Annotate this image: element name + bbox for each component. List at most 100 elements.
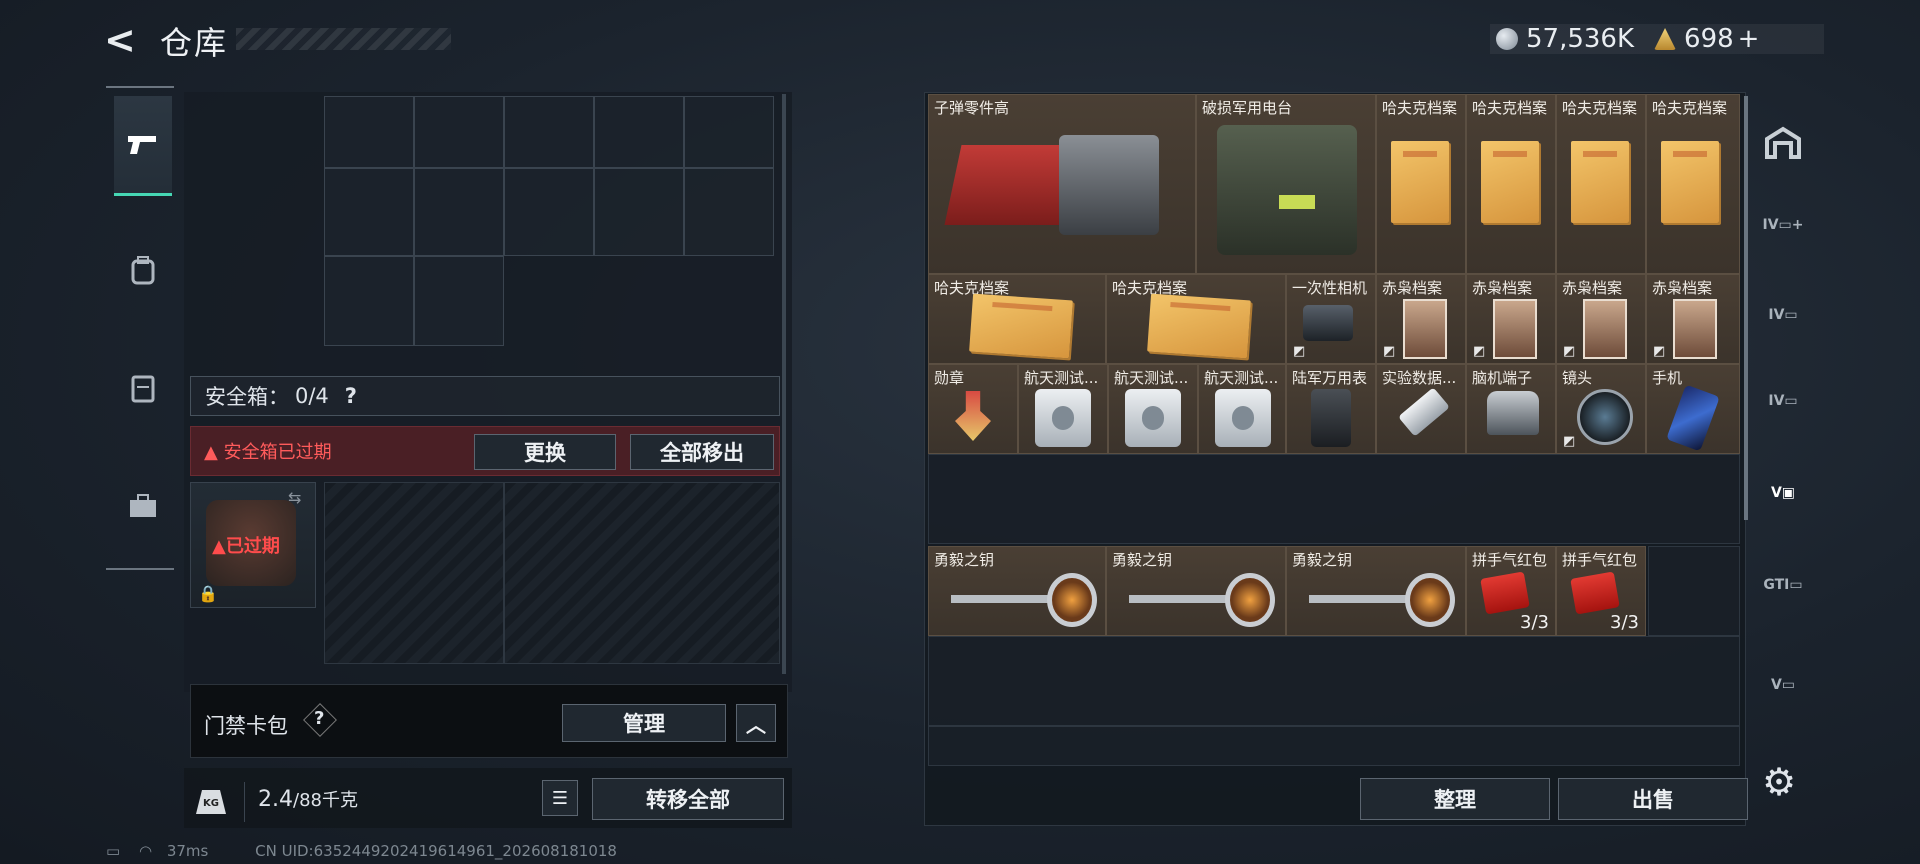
weight-value: 2.4/88千克 bbox=[258, 787, 358, 812]
inventory-item[interactable]: 赤枭档案 ◩ bbox=[1556, 274, 1646, 364]
safe-slot-locked bbox=[504, 482, 780, 664]
vest-icon bbox=[131, 375, 155, 403]
container-icon: ▣ bbox=[1781, 485, 1796, 501]
ping-text: 37ms bbox=[166, 842, 209, 860]
safe-box-bar: 安全箱： 0/4 ? bbox=[190, 376, 780, 416]
gold-coin-icon bbox=[1654, 28, 1677, 50]
currency-bar: 57,536K 698 + bbox=[1490, 24, 1824, 54]
grid-slot[interactable] bbox=[324, 96, 414, 168]
container-icon: ▭ bbox=[1789, 577, 1803, 593]
list-view-button[interactable]: ☰ bbox=[542, 780, 578, 816]
tab-storage-5[interactable]: GTI ▭ bbox=[1754, 540, 1812, 630]
sell-button[interactable]: 出售 bbox=[1558, 778, 1748, 820]
grid-slot[interactable] bbox=[594, 96, 684, 168]
inventory-item[interactable]: 手机 bbox=[1646, 364, 1740, 454]
inventory-item[interactable]: 赤枭档案 ◩ bbox=[1646, 274, 1740, 364]
grid-slot[interactable] bbox=[684, 96, 774, 168]
transfer-all-button[interactable]: 转移全部 bbox=[592, 778, 784, 820]
inventory-item[interactable]: 航天测试... bbox=[1198, 364, 1286, 454]
add-currency-button[interactable]: + bbox=[1738, 24, 1760, 54]
sidebar-item-vest[interactable] bbox=[114, 338, 172, 438]
inventory-item[interactable]: 勋章 bbox=[928, 364, 1018, 454]
silver-coin-icon bbox=[1496, 28, 1518, 50]
divider bbox=[244, 782, 245, 822]
replace-button[interactable]: 更换 bbox=[474, 434, 616, 470]
inventory-item[interactable]: 航天测试... bbox=[1108, 364, 1198, 454]
title-decoration bbox=[236, 28, 451, 50]
sidebar-item-weapon[interactable] bbox=[114, 96, 172, 196]
sidebar-item-backpack[interactable] bbox=[114, 220, 172, 320]
inventory-item[interactable]: 镜头 ◩ bbox=[1556, 364, 1646, 454]
inventory-item[interactable]: 赤枭档案 ◩ bbox=[1376, 274, 1466, 364]
inventory-item[interactable]: 拼手气红包 3/3 bbox=[1466, 546, 1556, 636]
silver-amount: 57,536K bbox=[1526, 24, 1635, 54]
container-icon: ▭ bbox=[1784, 393, 1798, 409]
grid-slot[interactable] bbox=[594, 168, 684, 256]
toolbox-icon bbox=[130, 494, 156, 517]
inventory-item[interactable]: 哈夫克档案 bbox=[1106, 274, 1286, 364]
inventory-item[interactable]: 哈夫克档案 bbox=[1466, 94, 1556, 274]
gold-amount: 698 bbox=[1684, 24, 1734, 54]
inventory-item[interactable]: 航天测试... bbox=[1018, 364, 1108, 454]
safe-slot-locked bbox=[324, 482, 504, 664]
grid-slot[interactable] bbox=[504, 96, 594, 168]
tab-storage-2[interactable]: IV ▭ bbox=[1754, 270, 1812, 360]
collapse-button[interactable]: ︿ bbox=[736, 704, 776, 742]
tab-storage-6[interactable]: V ▭ bbox=[1754, 640, 1812, 730]
tab-storage-3[interactable]: IV ▭ bbox=[1754, 356, 1812, 446]
grid-slot[interactable] bbox=[684, 168, 774, 256]
tab-storage-1[interactable]: IV ▭+ bbox=[1754, 180, 1812, 270]
inventory-item[interactable]: 脑机端子 bbox=[1466, 364, 1556, 454]
locked-icon: ◩ bbox=[1293, 344, 1306, 359]
grid-slot[interactable] bbox=[504, 168, 594, 256]
inventory-item[interactable]: 勇毅之钥 bbox=[1106, 546, 1286, 636]
inventory-item[interactable]: 哈夫克档案 bbox=[1556, 94, 1646, 274]
inventory-item[interactable]: 破损军用电台 bbox=[1196, 94, 1376, 274]
lock-icon: 🔒 bbox=[198, 584, 218, 603]
grid-slot[interactable] bbox=[414, 96, 504, 168]
add-container-icon: ▭+ bbox=[1778, 217, 1804, 233]
container-icon: ▭ bbox=[1781, 677, 1796, 693]
manage-button[interactable]: 管理 bbox=[562, 704, 726, 742]
pistol-icon bbox=[128, 135, 156, 154]
inventory-item[interactable]: 赤枭档案 ◩ bbox=[1466, 274, 1556, 364]
grid-slot[interactable] bbox=[414, 168, 504, 256]
grid-slot[interactable] bbox=[324, 168, 414, 256]
inventory-item[interactable]: 陆军万用表 bbox=[1286, 364, 1376, 454]
swap-icon[interactable]: ⇆ bbox=[288, 488, 301, 507]
inventory-item[interactable]: 拼手气红包 3/3 bbox=[1556, 546, 1646, 636]
safe-box-count: 0/4 bbox=[295, 384, 329, 408]
sort-button[interactable]: 整理 bbox=[1360, 778, 1550, 820]
scrollbar[interactable] bbox=[782, 94, 786, 674]
inventory-item[interactable]: 哈夫克档案 bbox=[1646, 94, 1740, 274]
sidebar-item-case[interactable] bbox=[114, 456, 172, 556]
inventory-item[interactable]: 勇毅之钥 bbox=[1286, 546, 1466, 636]
inventory-item[interactable]: 子弹零件高 bbox=[928, 94, 1196, 274]
backpack-icon bbox=[131, 256, 155, 285]
page-title: 仓库 bbox=[160, 24, 229, 62]
expired-tag: ▲已过期 bbox=[212, 536, 280, 557]
grid-slot[interactable] bbox=[324, 256, 414, 346]
uid-text: CN UID:6352449202419614961_202608181018 bbox=[255, 842, 617, 860]
inventory-item[interactable]: 一次性相机 ◩ bbox=[1286, 274, 1376, 364]
expired-notice: ▲ 安全箱已过期 bbox=[204, 442, 332, 463]
back-arrow-icon[interactable]: < bbox=[104, 20, 144, 60]
inventory-scrollbar[interactable] bbox=[1744, 96, 1748, 520]
container-icon: ▭ bbox=[1784, 307, 1798, 323]
inventory-item[interactable]: 哈夫克档案 bbox=[928, 274, 1106, 364]
settings-gear-icon[interactable]: ⚙ bbox=[1762, 760, 1796, 804]
empty-grid-row bbox=[928, 726, 1740, 766]
battery-icon: ▭ bbox=[106, 842, 121, 860]
tab-main-storage[interactable] bbox=[1754, 98, 1812, 188]
inventory-item[interactable]: 实验数据... bbox=[1376, 364, 1466, 454]
safe-box-help-button[interactable]: ? bbox=[345, 384, 357, 408]
grid-slot[interactable] bbox=[414, 256, 504, 346]
keycard-help-button[interactable]: ? bbox=[314, 708, 324, 729]
inventory-item[interactable]: 勇毅之钥 bbox=[928, 546, 1106, 636]
inventory-item[interactable]: 哈夫克档案 bbox=[1376, 94, 1466, 274]
status-footer: ▭ ◠ 37ms CN UID:6352449202419614961_2026… bbox=[106, 842, 617, 860]
remove-all-button[interactable]: 全部移出 bbox=[630, 434, 774, 470]
safe-box-label: 安全箱： bbox=[205, 385, 289, 409]
warning-icon: ▲ bbox=[204, 442, 224, 463]
tab-storage-4[interactable]: V ▣ bbox=[1754, 448, 1812, 538]
